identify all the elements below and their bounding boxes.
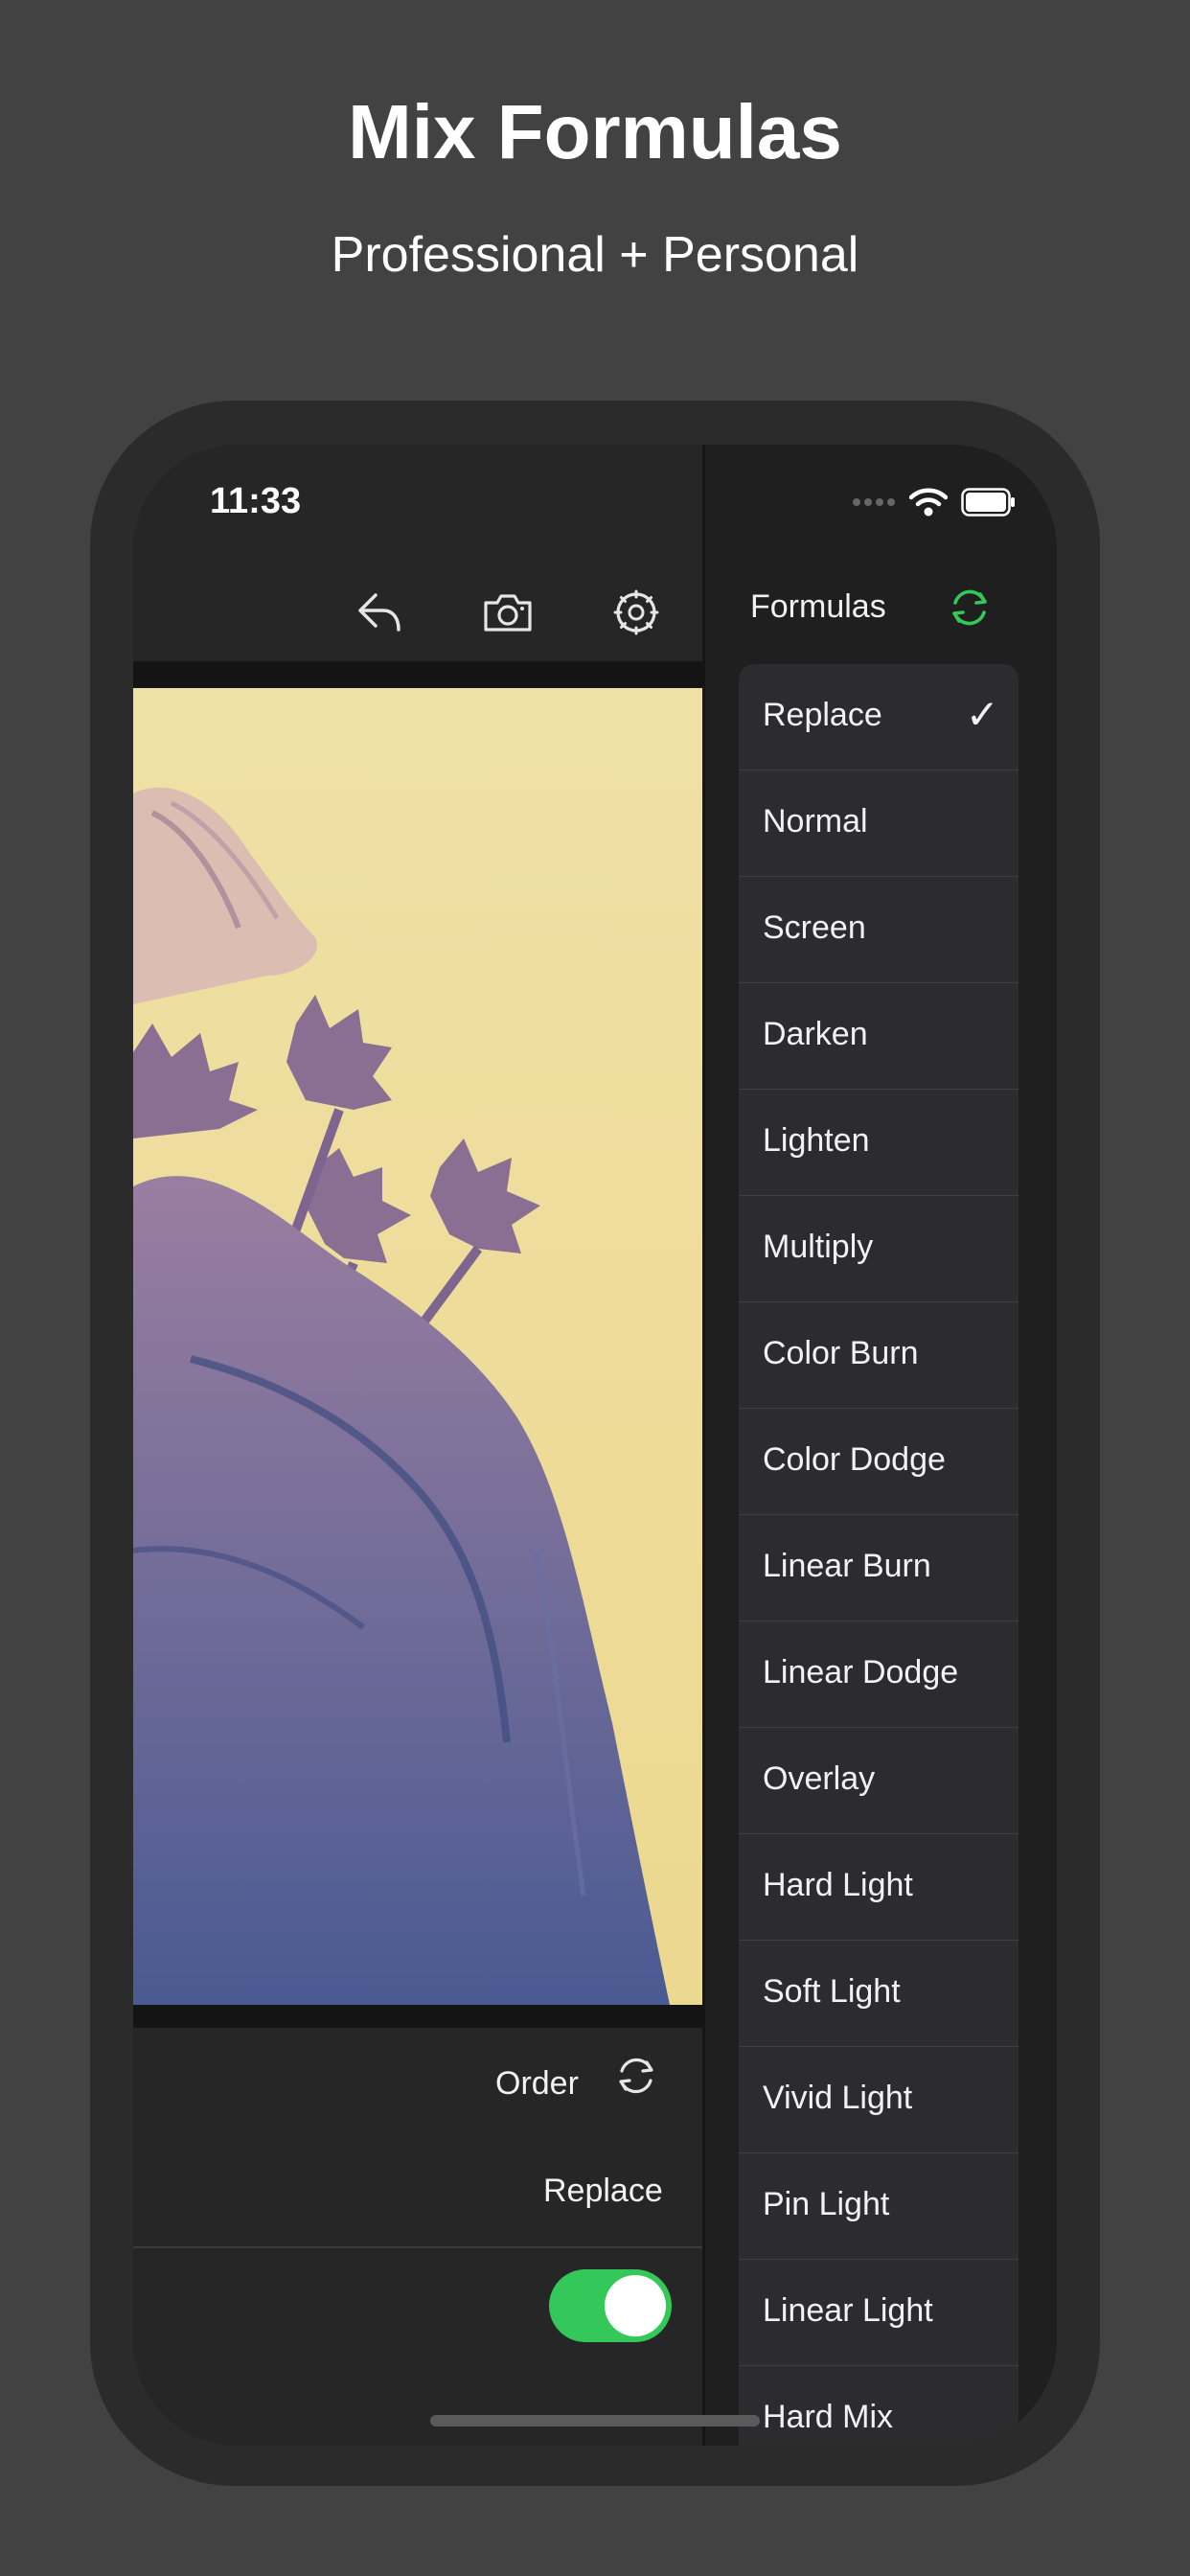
formula-item[interactable]: Soft Light	[739, 1941, 1018, 2047]
formula-item[interactable]: Hard Mix	[739, 2366, 1018, 2446]
device-screen: 11:33 Order Replace Formulas Replace ✓ N…	[133, 445, 1057, 2446]
formula-item[interactable]: Darken	[739, 983, 1018, 1090]
row-divider	[133, 2246, 702, 2248]
formula-item-label: Hard Light	[763, 1867, 913, 1903]
formula-item-label: Darken	[763, 1016, 868, 1052]
formula-item[interactable]: Linear Burn	[739, 1515, 1018, 1622]
formula-item-label: Pin Light	[763, 2186, 890, 2222]
formula-item[interactable]: Overlay	[739, 1728, 1018, 1834]
formula-item-label: Linear Light	[763, 2292, 933, 2329]
formula-item[interactable]: Linear Dodge	[739, 1622, 1018, 1728]
blend-mode-value[interactable]: Replace	[543, 2173, 663, 2210]
headline: Mix Formulas	[348, 89, 842, 174]
formula-item-label: Linear Dodge	[763, 1654, 959, 1690]
formula-item-label: Screen	[763, 909, 866, 946]
formula-item-label: Lighten	[763, 1122, 870, 1159]
undo-icon[interactable]	[346, 579, 413, 646]
formula-item-label: Hard Mix	[763, 2399, 894, 2435]
formula-item[interactable]: Vivid Light	[739, 2047, 1018, 2153]
wifi-icon	[909, 488, 948, 517]
home-indicator	[430, 2415, 760, 2426]
layer-toggle[interactable]	[549, 2269, 672, 2342]
formulas-pane: Formulas Replace ✓ Normal Screen Darken Light…	[705, 445, 1057, 2446]
subheadline: Professional + Personal	[331, 227, 859, 283]
formula-item-label: Soft Light	[763, 1973, 901, 2010]
formula-item-label: Vivid Light	[763, 2080, 913, 2116]
toggle-knob	[605, 2275, 666, 2336]
formula-item[interactable]: Color Dodge	[739, 1409, 1018, 1515]
formula-list: Replace ✓ Normal Screen Darken Lighten Multipl…	[739, 664, 1018, 2446]
formula-item-label: Linear Burn	[763, 1548, 931, 1584]
status-icons	[852, 487, 1017, 518]
formula-item[interactable]: Color Burn	[739, 1302, 1018, 1409]
formulas-title: Formulas	[750, 588, 886, 625]
camera-icon[interactable]	[474, 579, 541, 646]
formula-item[interactable]: Normal	[739, 770, 1018, 877]
formula-item[interactable]: Linear Light	[739, 2260, 1018, 2366]
formula-item-label: Replace	[763, 697, 882, 733]
editor-pane: 11:33 Order Replace	[133, 445, 702, 2446]
formula-item-label: Multiply	[763, 1229, 874, 1265]
formula-item-label: Color Dodge	[763, 1441, 946, 1478]
formula-item-label: Overlay	[763, 1760, 876, 1797]
checkmark-icon: ✓	[965, 692, 999, 737]
formula-item[interactable]: Hard Light	[739, 1834, 1018, 1941]
battery-icon	[961, 488, 1015, 517]
edited-photo[interactable]	[133, 688, 702, 2005]
formula-item[interactable]: Replace ✓	[739, 664, 1018, 770]
formula-item[interactable]: Lighten	[739, 1090, 1018, 1196]
formulas-refresh-icon[interactable]	[943, 581, 996, 634]
cellular-signal-icon	[853, 498, 895, 506]
formula-item-label: Color Burn	[763, 1335, 919, 1371]
order-swap-icon[interactable]	[609, 2049, 663, 2103]
formula-item-label: Normal	[763, 803, 868, 840]
formula-item[interactable]: Screen	[739, 877, 1018, 983]
status-time: 11:33	[210, 481, 302, 521]
order-label: Order	[495, 2065, 579, 2102]
formula-item[interactable]: Pin Light	[739, 2153, 1018, 2260]
settings-icon[interactable]	[603, 579, 670, 646]
formula-item[interactable]: Multiply	[739, 1196, 1018, 1302]
